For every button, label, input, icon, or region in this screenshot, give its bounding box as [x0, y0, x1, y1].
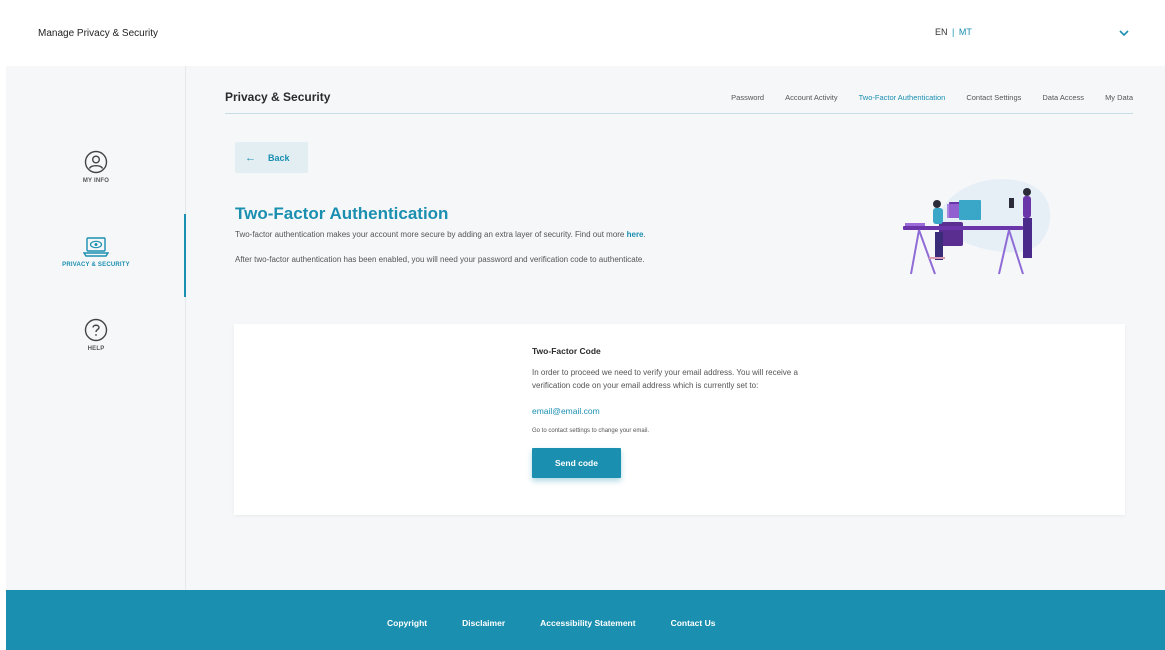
- card-title: Two-Factor Code: [532, 346, 601, 356]
- tab-my-data[interactable]: My Data: [1105, 93, 1133, 102]
- chevron-down-icon[interactable]: [1117, 27, 1131, 39]
- sidebar-item-label: HELP: [87, 346, 105, 352]
- tab-data-access[interactable]: Data Access: [1042, 93, 1084, 102]
- arrow-left-icon: ←: [245, 151, 256, 164]
- two-factor-card: Two-Factor Code In order to proceed we n…: [234, 324, 1125, 515]
- app-title: Manage Privacy & Security: [38, 28, 159, 39]
- tab-password[interactable]: Password: [731, 93, 764, 102]
- two-factor-card-body: Two-Factor Code In order to proceed we n…: [532, 346, 832, 478]
- content: Privacy & Security Password Account Acti…: [187, 66, 1165, 590]
- card-text: In order to proceed we need to verify yo…: [532, 368, 798, 390]
- sidebar-item-my-info[interactable]: MY INFO: [6, 150, 186, 184]
- lang-mt[interactable]: MT: [959, 27, 972, 37]
- language-switcher: EN | MT: [935, 27, 972, 37]
- description-text: Two-factor authentication makes your acc…: [235, 230, 627, 239]
- people-at-desk-illustration: [903, 179, 1051, 275]
- footer-link-disclaimer[interactable]: Disclaimer: [462, 618, 505, 628]
- sidebar-item-label: PRIVACY & SECURITY: [62, 262, 130, 268]
- lang-separator: |: [952, 27, 955, 37]
- footer-link-copyright[interactable]: Copyright: [387, 618, 427, 628]
- back-button[interactable]: ← Back: [235, 142, 308, 173]
- tabs-divider: [225, 113, 1133, 114]
- page-section-title: Privacy & Security: [225, 90, 331, 104]
- find-out-more-link[interactable]: here: [627, 230, 644, 239]
- tab-bar: Password Account Activity Two-Factor Aut…: [710, 93, 1133, 102]
- tab-contact-settings[interactable]: Contact Settings: [966, 93, 1021, 102]
- tab-account-activity[interactable]: Account Activity: [785, 93, 838, 102]
- footer-links: Copyright Disclaimer Accessibility State…: [387, 618, 750, 628]
- sidebar: MY INFO PRIVACY & SECURITY HELP: [6, 66, 186, 590]
- user-circle-icon: [84, 150, 108, 174]
- question-circle-icon: [84, 318, 108, 342]
- footer: Copyright Disclaimer Accessibility State…: [6, 590, 1165, 650]
- email-address: email@email.com: [532, 406, 600, 416]
- send-code-button[interactable]: Send code: [532, 448, 621, 478]
- lang-en[interactable]: EN: [935, 27, 948, 37]
- description-period: .: [643, 230, 646, 239]
- active-indicator: [184, 214, 186, 297]
- description-line-1: Two-factor authentication makes your acc…: [235, 230, 646, 239]
- footer-link-contact[interactable]: Contact Us: [671, 618, 716, 628]
- back-label: Back: [268, 152, 290, 163]
- top-bar: Manage Privacy & Security EN | MT: [0, 0, 1165, 66]
- tab-two-factor-authentication[interactable]: Two-Factor Authentication: [859, 93, 946, 102]
- page-title: Two-Factor Authentication: [235, 204, 449, 223]
- footer-link-accessibility[interactable]: Accessibility Statement: [540, 618, 635, 628]
- sidebar-item-help[interactable]: HELP: [6, 318, 186, 352]
- sidebar-item-privacy-security[interactable]: PRIVACY & SECURITY: [6, 236, 186, 268]
- laptop-eye-icon: [83, 237, 109, 257]
- description-line-2: After two-factor authentication has been…: [235, 255, 645, 264]
- sidebar-item-label: MY INFO: [82, 178, 110, 184]
- change-email-note: Go to contact settings to change your em…: [532, 428, 650, 434]
